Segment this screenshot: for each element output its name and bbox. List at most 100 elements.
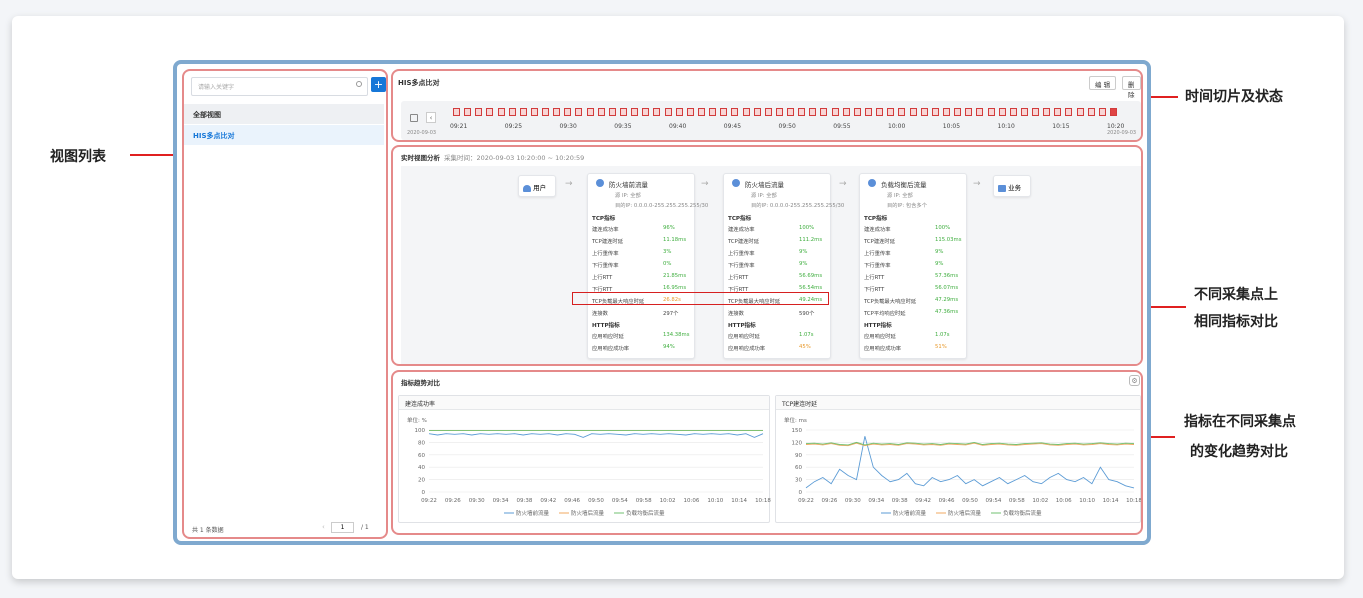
time-slice[interactable]: [787, 108, 795, 116]
time-slice[interactable]: [464, 108, 472, 116]
prev-page-icon[interactable]: ‹: [322, 523, 325, 531]
time-slice[interactable]: [920, 108, 928, 116]
metric-label: TCP平均响应时延: [864, 311, 906, 317]
metric-value: 100%: [799, 225, 815, 231]
time-tick-label: 09:35: [614, 123, 632, 130]
time-slice[interactable]: [1087, 108, 1095, 116]
time-slice[interactable]: [1054, 108, 1062, 116]
legend-label: 防火墙前流量: [893, 509, 927, 517]
chart-tcp-latency: TCP建连时延 单位: ms 0 30 60 90 120 150 09:22 09:26 09:…: [775, 395, 1141, 523]
time-slice[interactable]: [775, 108, 783, 116]
x-tick-label: 09:34: [493, 498, 509, 504]
time-slice[interactable]: [876, 108, 884, 116]
time-slice[interactable]: [697, 108, 705, 116]
time-slice[interactable]: [842, 108, 850, 116]
time-slice[interactable]: [575, 108, 583, 116]
delete-button[interactable]: 删 除: [1122, 76, 1141, 99]
metric-value: 1.07s: [799, 332, 814, 338]
metric-label: 下行重传率: [864, 263, 891, 269]
chart-svg: 单位: ms 0 30 60 90 120 150 09:22 09:26 09:30 09:34 0…: [784, 416, 1141, 517]
y-tick-label: 40: [418, 465, 425, 471]
analysis-panel: 实时视图分析 采集时间：2020-09-03 10:20:00 ~ 10:20:…: [391, 145, 1143, 366]
time-slice[interactable]: [542, 108, 550, 116]
time-slice[interactable]: [1065, 108, 1073, 116]
time-slice[interactable]: [731, 108, 739, 116]
time-slice[interactable]: [553, 108, 561, 116]
time-slice[interactable]: [909, 108, 917, 116]
metric-label: 应用响应成功率: [728, 346, 766, 352]
chart-success-rate: 建连成功率 单位: % 0 20 40 60 80 100 09:22 09:26 09:30 09…: [398, 395, 771, 523]
metric-value: 134.38ms: [663, 332, 690, 338]
metric-label: 建连成功率: [592, 227, 619, 233]
time-slice[interactable]: [631, 108, 639, 116]
time-slice[interactable]: [486, 108, 494, 116]
time-slice[interactable]: [820, 108, 828, 116]
metric-label: 应用响应成功率: [864, 346, 902, 352]
time-slice[interactable]: [809, 108, 817, 116]
time-slice[interactable]: [1032, 108, 1040, 116]
time-slice[interactable]: [1009, 108, 1017, 116]
time-slice[interactable]: [865, 108, 873, 116]
time-slice[interactable]: [519, 108, 527, 116]
time-slice[interactable]: [597, 108, 605, 116]
edit-button[interactable]: 编 辑: [1089, 76, 1117, 90]
metric-value: 96%: [663, 225, 675, 231]
time-slice[interactable]: [764, 108, 772, 116]
metric-label: 上行重传率: [728, 251, 755, 257]
node-title: 防火墙前流量: [609, 181, 648, 189]
user-label: 用户: [533, 184, 547, 192]
prev-slice-button[interactable]: ‹: [426, 112, 436, 123]
time-slice[interactable]: [753, 108, 761, 116]
metric-label: 上行重传率: [592, 251, 619, 257]
time-slice[interactable]: [998, 108, 1006, 116]
probe-icon: [868, 179, 876, 187]
time-slice[interactable]: [831, 108, 839, 116]
sidebar-item-all-views[interactable]: 全部视图: [184, 104, 384, 124]
time-slice[interactable]: [1110, 108, 1117, 116]
time-slice[interactable]: [1043, 108, 1051, 116]
time-slice[interactable]: [853, 108, 861, 116]
time-slice[interactable]: [965, 108, 973, 116]
calendar-icon[interactable]: [410, 114, 418, 122]
time-slice[interactable]: [1020, 108, 1028, 116]
time-slice[interactable]: [642, 108, 650, 116]
time-slice[interactable]: [475, 108, 483, 116]
time-tick-label: 09:30: [559, 123, 577, 130]
time-slice[interactable]: [898, 108, 906, 116]
time-slice[interactable]: [686, 108, 694, 116]
time-slice[interactable]: [620, 108, 628, 116]
x-tick-label: 10:06: [1056, 498, 1072, 504]
time-slice[interactable]: [453, 108, 460, 116]
node-src-ip: 源 IP: 全部: [615, 193, 641, 199]
time-slice[interactable]: [987, 108, 995, 116]
time-slice[interactable]: [508, 108, 516, 116]
time-slice[interactable]: [720, 108, 728, 116]
time-slice[interactable]: [887, 108, 895, 116]
time-slice[interactable]: [564, 108, 572, 116]
time-slice[interactable]: [709, 108, 717, 116]
time-slice[interactable]: [653, 108, 661, 116]
add-view-button[interactable]: +: [371, 77, 386, 92]
sidebar-item-his[interactable]: HIS多点比对: [184, 125, 384, 145]
settings-icon[interactable]: ⚙: [1129, 375, 1140, 386]
time-slice[interactable]: [1076, 108, 1084, 116]
time-slice[interactable]: [530, 108, 538, 116]
http-section-title: HTTP指标: [592, 323, 620, 329]
y-tick-label: 20: [418, 478, 425, 484]
page-input[interactable]: 1: [331, 522, 354, 533]
time-slice[interactable]: [664, 108, 672, 116]
time-slice[interactable]: [742, 108, 750, 116]
time-slice[interactable]: [954, 108, 962, 116]
time-slice[interactable]: [931, 108, 939, 116]
time-slice[interactable]: [497, 108, 505, 116]
metric-label: 下行RTT: [864, 287, 885, 293]
search-input[interactable]: 请输入关键字: [191, 77, 368, 96]
time-slice[interactable]: [586, 108, 594, 116]
time-slice[interactable]: [1098, 108, 1106, 116]
time-slice[interactable]: [608, 108, 616, 116]
time-slice[interactable]: [976, 108, 984, 116]
legend-label: 负载均衡后流量: [626, 509, 665, 517]
time-slice[interactable]: [675, 108, 683, 116]
time-slice[interactable]: [798, 108, 806, 116]
time-slice[interactable]: [942, 108, 950, 116]
